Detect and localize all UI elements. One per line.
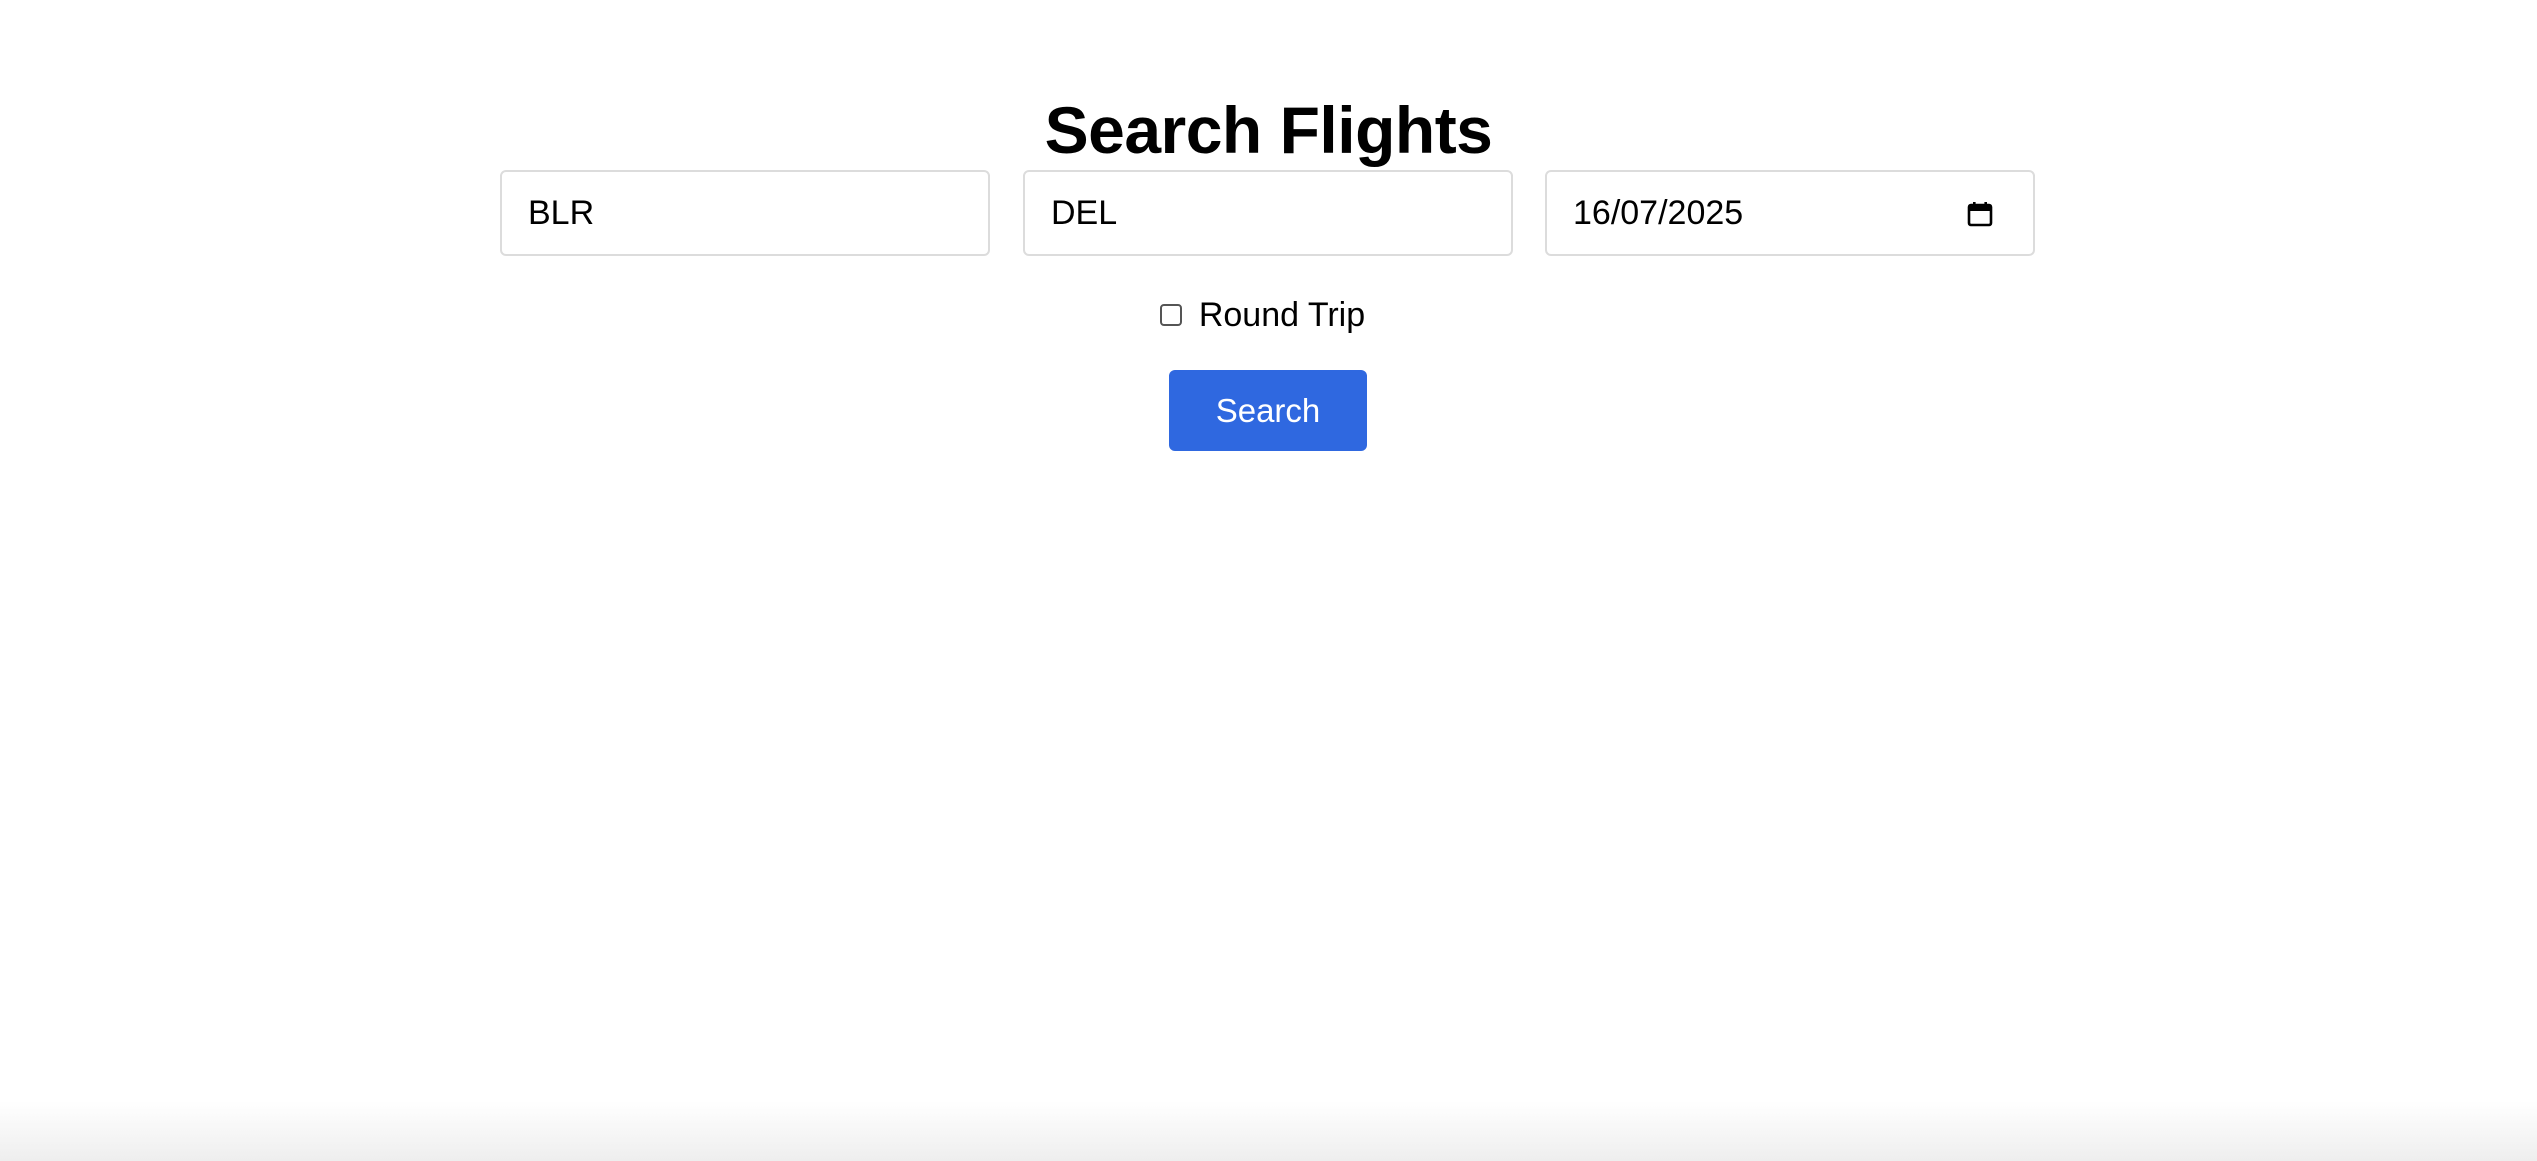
date-field[interactable]: 16/07/2025 <box>1545 170 2035 256</box>
bottom-shadow <box>0 1101 2537 1161</box>
page-title: Search Flights <box>1044 93 1493 168</box>
search-fields-row: BLR DEL 16/07/2025 <box>500 170 2036 258</box>
to-field[interactable]: DEL <box>1023 170 1513 256</box>
flight-search-page: Search Flights BLR DEL 16/07/2025 Round … <box>0 0 2537 1161</box>
from-field-value: BLR <box>528 194 595 232</box>
round-trip-option: Round Trip <box>0 290 2537 340</box>
round-trip-label[interactable]: Round Trip <box>1199 295 1365 335</box>
round-trip-checkbox[interactable] <box>1159 304 1182 326</box>
date-field-value: 16/07/2025 <box>1573 194 1744 232</box>
from-field[interactable]: BLR <box>500 170 990 256</box>
to-field-value: DEL <box>1051 194 1118 232</box>
search-button[interactable]: Search <box>1169 370 1367 451</box>
calendar-icon[interactable] <box>1967 201 1993 227</box>
